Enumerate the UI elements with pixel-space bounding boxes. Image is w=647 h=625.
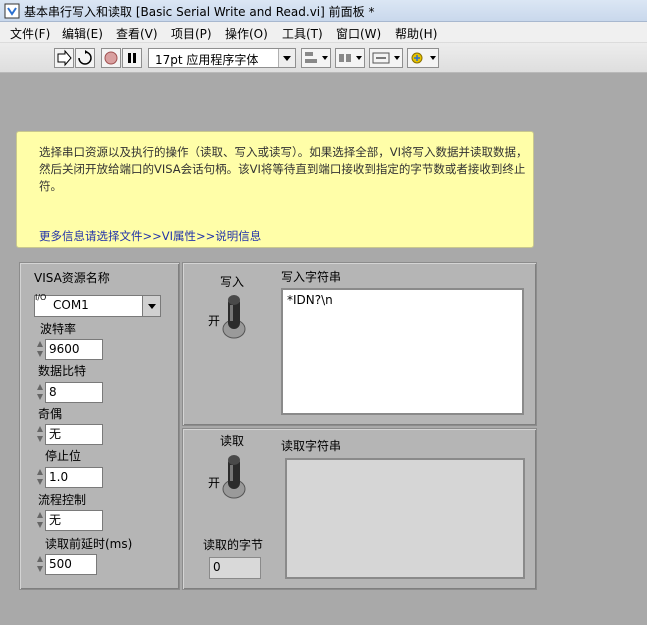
distribute-objects-button[interactable] [335,48,365,68]
abort-button[interactable] [101,48,121,68]
menu-edit[interactable]: 编辑(E) [62,25,103,42]
description-note: 选择串口资源以及执行的操作（读取、写入或读写）。如果选择全部，VI将写入数据并读… [16,131,534,248]
read-string-display [285,458,525,579]
stop-bits-spinner[interactable] [36,468,44,486]
delay-spinner[interactable] [36,555,44,573]
parity-spinner[interactable] [36,425,44,443]
flow-control-spinner[interactable] [36,511,44,529]
reorder-button[interactable] [407,48,439,68]
read-toggle-label: 读取 [220,434,245,448]
read-string-label: 读取字符串 [281,439,342,453]
toolbar: 17pt 应用程序字体 [0,43,647,73]
data-bits-field[interactable]: 8 [45,382,103,403]
resize-objects-icon [372,52,400,64]
resize-objects-button[interactable] [369,48,403,68]
menu-bar: 文件(F) 编辑(E) 查看(V) 项目(P) 操作(O) 工具(T) 窗口(W… [0,22,647,43]
title-bar: 基本串行写入和读取 [Basic Serial Write and Read.v… [0,0,647,22]
parity-field[interactable]: 无 [45,424,103,445]
stop-icon [104,51,118,65]
write-string-label: 写入字符串 [281,270,342,284]
font-selector-value: 17pt 应用程序字体 [155,53,259,67]
read-toggle-switch[interactable] [221,451,247,501]
chevron-down-icon [278,49,295,67]
menu-tools[interactable]: 工具(T) [282,25,323,42]
more-info-link[interactable]: 更多信息请选择文件>>VI属性>>说明信息 [39,228,261,244]
write-toggle-switch[interactable] [221,291,247,341]
chevron-down-icon[interactable] [142,296,160,316]
align-objects-button[interactable] [301,48,331,68]
menu-operate[interactable]: 操作(O) [225,25,268,42]
write-string-input[interactable]: *IDN?\n [281,288,524,415]
reorder-icon [411,52,436,64]
labview-vi-icon [4,3,20,19]
flow-control-label: 流程控制 [38,493,87,507]
read-toggle-state: 开 [208,476,221,490]
visa-resource-label: VISA资源名称 [34,271,110,285]
font-selector[interactable]: 17pt 应用程序字体 [148,48,296,68]
stop-bits-label: 停止位 [45,449,82,463]
data-bits-spinner[interactable] [36,383,44,401]
stop-bits-field[interactable]: 1.0 [45,467,103,488]
bytes-read-indicator: 0 [209,557,261,579]
write-toggle-label: 写入 [220,275,245,289]
write-toggle-state: 开 [208,314,221,328]
baud-rate-field[interactable]: 9600 [45,339,103,360]
menu-project[interactable]: 项目(P) [171,25,212,42]
menu-help[interactable]: 帮助(H) [395,25,437,42]
run-arrow-icon [57,49,72,67]
flow-control-field[interactable]: 无 [45,510,103,531]
write-cluster: 写入 开 写入字符串 *IDN?\n [182,262,537,426]
delay-field[interactable]: 500 [45,554,97,575]
window-title: 基本串行写入和读取 [Basic Serial Write and Read.v… [24,5,375,19]
run-continuously-button[interactable] [75,48,95,68]
run-button[interactable] [54,48,74,68]
menu-file[interactable]: 文件(F) [10,25,50,42]
description-text: 选择串口资源以及执行的操作（读取、写入或读写）。如果选择全部，VI将写入数据并读… [39,145,528,193]
delay-label: 读取前延时(ms) [45,537,133,551]
menu-view[interactable]: 查看(V) [116,25,158,42]
pause-button[interactable] [122,48,142,68]
read-cluster: 读取 开 读取字符串 读取的字节 0 [182,428,537,590]
baud-rate-spinner[interactable] [36,340,44,358]
visa-io-icon: I/O [35,293,47,302]
menu-window[interactable]: 窗口(W) [336,25,381,42]
visa-resource-value: COM1 [53,298,89,312]
distribute-objects-icon [339,54,362,62]
bytes-read-label: 读取的字节 [203,538,264,552]
data-bits-label: 数据比特 [38,364,87,378]
serial-config-cluster: VISA资源名称 COM1 I/O 波特率 9600 数据比特 8 奇偶 无 停… [19,262,180,590]
baud-rate-label: 波特率 [40,322,77,336]
parity-label: 奇偶 [38,407,63,421]
align-objects-icon [305,52,328,63]
run-continuously-icon [78,50,92,65]
pause-icon [128,53,136,63]
